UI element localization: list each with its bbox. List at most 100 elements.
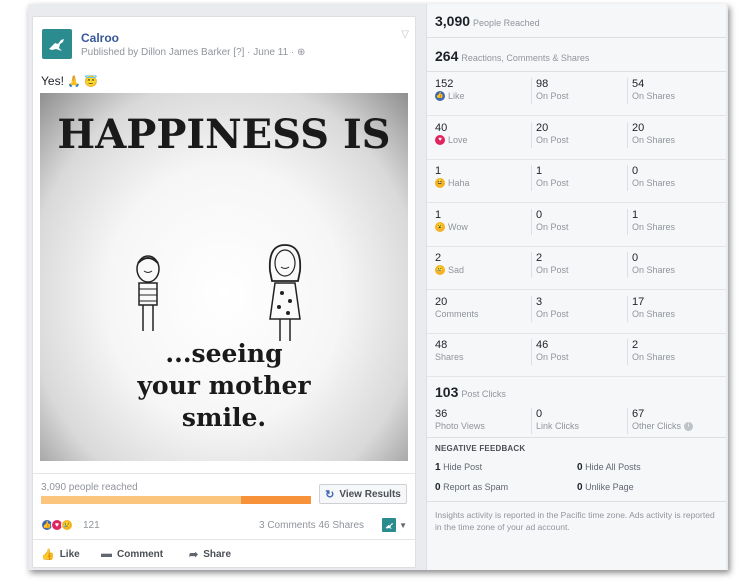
unlike-page-value: 0 — [577, 482, 583, 493]
breakdown-row: 48 Shares 46 On Post 2 On Shares — [427, 333, 726, 377]
total-label: Like — [448, 91, 465, 101]
view-results-button[interactable]: ↻ View Results — [319, 484, 407, 504]
on-post-cell: 0 On Post — [531, 208, 569, 235]
total-value: 1 — [435, 208, 442, 221]
chevron-down-icon[interactable]: ▽ — [401, 29, 409, 40]
total-value: 40 — [435, 121, 448, 134]
reaction-count[interactable]: 121 — [83, 520, 100, 531]
on-shares-value: 0 — [632, 252, 639, 264]
total-label: Comments — [435, 308, 479, 319]
breakdown-row: 1 😆 Haha 1 On Post 0 On Shares — [427, 159, 726, 203]
post-as-selector[interactable]: ▼ — [382, 518, 407, 532]
post-clicks-label: Post Clicks — [461, 389, 506, 399]
report-spam-label: Report as Spam — [443, 482, 509, 492]
total-label-row: 😆 Haha — [435, 177, 470, 189]
breakdown-row: 20 Comments 3 On Post 17 On Shares — [427, 290, 726, 334]
on-post-cell: 3 On Post — [531, 295, 569, 322]
share-button[interactable]: ➦ Share — [189, 548, 231, 561]
post-clicks-section: 103 Post Clicks 36 Photo Views 0 Link Cli… — [427, 376, 726, 438]
on-post-value: 1 — [536, 165, 543, 177]
unlike-page-stat: 0 Unlike Page — [577, 482, 634, 493]
refresh-icon: ↻ — [325, 488, 335, 501]
total-cell: 1 😆 Haha — [435, 165, 470, 189]
total-label: Love — [448, 134, 468, 145]
report-spam-stat: 0 Report as Spam — [435, 482, 508, 493]
hide-post-label: Hide Post — [443, 462, 483, 472]
page-avatar[interactable] — [42, 29, 72, 59]
reactions-summary: 👍 ♥ 😢 121 3 Comments 46 Shares ▼ — [33, 515, 415, 537]
image-title-text: HAPPINESS IS — [57, 111, 391, 158]
on-post-label: On Post — [536, 308, 569, 319]
post-actions: 👍 Like ▬ Comment ➦ Share — [33, 539, 415, 567]
comment-label: Comment — [117, 548, 164, 560]
post-image[interactable]: HAPPINESS IS ...seeing your mother smile… — [40, 93, 408, 461]
comments-count-link[interactable]: 3 Comments — [259, 520, 316, 531]
on-post-value: 46 — [536, 339, 549, 351]
on-shares-label: On Shares — [632, 265, 676, 275]
reaction-icons[interactable]: 👍 ♥ 😢 — [41, 519, 73, 531]
reach-bar — [41, 496, 311, 504]
on-post-label: On Post — [536, 178, 569, 188]
post-card: Calroo Published by Dillon James Barker … — [32, 16, 416, 568]
hide-all-posts-label: Hide All Posts — [585, 462, 641, 472]
info-icon[interactable]: i — [684, 421, 694, 431]
on-shares-cell: 0 On Shares — [627, 252, 675, 278]
link-clicks-value: 0 — [536, 408, 543, 420]
page-name-link[interactable]: Calroo — [81, 31, 119, 45]
total-label: Sad — [448, 265, 465, 275]
mother-illustration — [268, 244, 302, 341]
breakdown-row: 1 😮 Wow 0 On Post 1 On Shares — [427, 203, 726, 247]
total-value: 152 — [435, 78, 454, 90]
on-post-value: 98 — [536, 78, 549, 90]
total-cell: 48 Shares — [435, 339, 464, 363]
on-shares-label: On Shares — [632, 221, 676, 232]
other-clicks-label: Other Clicks — [632, 421, 682, 431]
sad-reaction-icon: 😢 — [435, 265, 445, 275]
engagement-label: Reactions, Comments & Shares — [461, 53, 590, 63]
comment-button[interactable]: ▬ Comment — [101, 548, 163, 560]
folded-hands-emoji: 🙏 — [67, 76, 81, 88]
photo-views-cell: 36 Photo Views — [435, 408, 485, 432]
page-mini-avatar — [382, 518, 397, 532]
total-cell: 152 👍 Like — [435, 78, 465, 102]
on-post-cell: 46 On Post — [531, 339, 569, 365]
caption-line: your mother — [137, 371, 311, 400]
on-post-cell: 2 On Post — [531, 252, 569, 278]
total-cell: 1 😮 Wow — [435, 209, 468, 233]
people-reached-text: 3,090 people reached — [41, 482, 138, 493]
reach-summary: 3,090 people reached ↻ View Results — [33, 473, 415, 515]
photo-views-label: Photo Views — [435, 421, 485, 431]
on-shares-value: 0 — [632, 165, 639, 177]
report-spam-value: 0 — [435, 482, 441, 493]
post-header: Calroo Published by Dillon James Barker … — [33, 17, 415, 69]
on-post-label: On Post — [536, 134, 569, 145]
on-shares-value: 2 — [632, 339, 639, 351]
smiling-face-with-halo-emoji: 😇 — [84, 76, 99, 88]
negative-feedback-section: NEGATIVE FEEDBACK 1 Hide Post 0 Hide All… — [427, 438, 726, 502]
people-reached-label: People Reached — [473, 18, 540, 28]
engagement-section: 264 Reactions, Comments & Shares — [427, 38, 726, 72]
on-shares-cell: 20 On Shares — [627, 121, 675, 148]
comment-bubble-icon: ▬ — [101, 548, 112, 560]
published-line: Published by Dillon James Barker [?] · J… — [81, 47, 305, 58]
on-shares-value: 1 — [632, 208, 639, 221]
share-arrow-icon: ➦ — [189, 549, 199, 561]
on-shares-label: On Shares — [632, 352, 676, 362]
total-label-row: 👍 Like — [435, 90, 465, 102]
total-value: 20 — [435, 295, 448, 308]
total-label-row: Shares — [435, 351, 464, 363]
other-clicks-value: 67 — [632, 408, 645, 420]
on-post-value: 0 — [536, 208, 543, 221]
caption-line: smile. — [181, 403, 267, 432]
like-reaction-icon: 👍 — [435, 91, 445, 101]
like-button[interactable]: 👍 Like — [41, 548, 80, 561]
total-label-row: Comments — [435, 308, 479, 320]
total-label-row: 😮 Wow — [435, 221, 468, 233]
shares-count-link[interactable]: 46 Shares — [318, 520, 364, 531]
published-text: Published by Dillon James Barker [?] · J… — [81, 47, 298, 58]
on-post-label: On Post — [536, 352, 569, 362]
total-cell: 20 Comments — [435, 296, 479, 320]
on-shares-cell: 0 On Shares — [627, 165, 675, 191]
hide-all-posts-stat: 0 Hide All Posts — [577, 462, 641, 473]
on-shares-cell: 1 On Shares — [627, 208, 676, 235]
